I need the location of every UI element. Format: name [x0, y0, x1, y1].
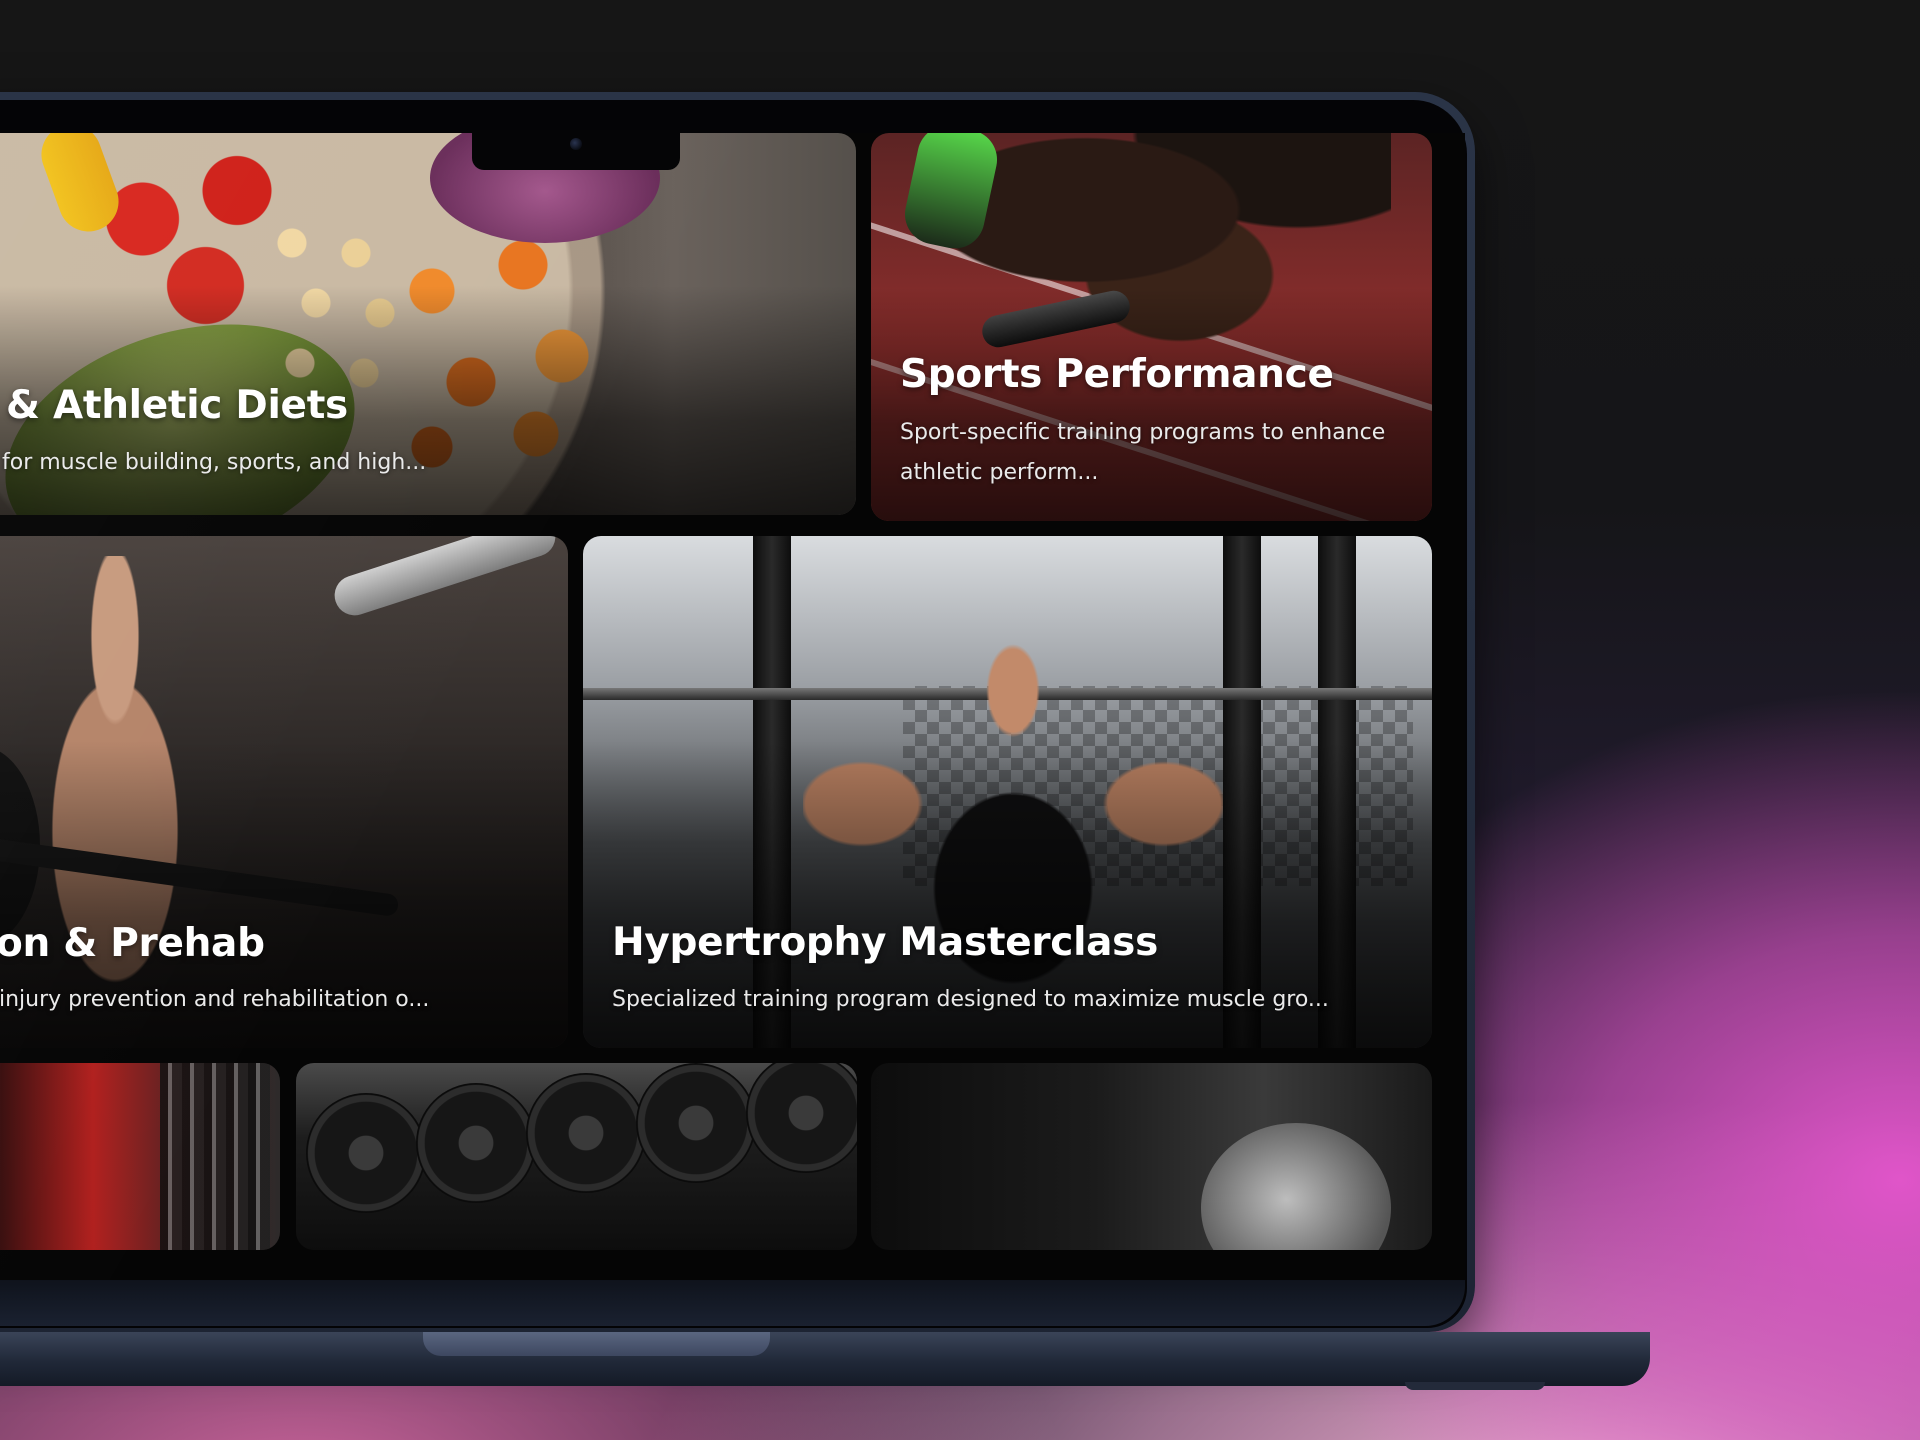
laptop-foot — [1405, 1382, 1545, 1390]
screen-chin — [0, 1280, 1465, 1326]
program-card-title: on & Prehab — [0, 921, 265, 966]
program-card-title: & Athletic Diets — [6, 383, 348, 428]
program-card-description: for muscle building, sports, and high... — [2, 450, 427, 475]
program-card-athletic-diets[interactable]: & Athletic Diets for muscle building, sp… — [0, 133, 856, 515]
program-card-sports-performance[interactable]: Sports Performance Sport-specific traini… — [871, 133, 1432, 521]
laptop-base — [0, 1332, 1650, 1386]
camera-notch — [472, 130, 680, 170]
program-card-athlete[interactable] — [871, 1063, 1432, 1250]
program-card-title: Sports Performance — [900, 352, 1334, 397]
program-card-description: Specialized training program designed to… — [612, 987, 1329, 1012]
program-card-dumbbells[interactable] — [296, 1063, 857, 1250]
program-card-description: injury prevention and rehabilitation o..… — [0, 987, 430, 1012]
program-card-prehab[interactable]: on & Prehab injury prevention and rehabi… — [0, 536, 568, 1048]
program-card-hypertrophy-masterclass[interactable]: Hypertrophy Masterclass Specialized trai… — [583, 536, 1432, 1048]
camera-icon — [570, 138, 582, 150]
program-card-title: Hypertrophy Masterclass — [612, 920, 1159, 965]
laptop-thumb-notch — [423, 1332, 770, 1356]
program-card-gym-rack[interactable] — [0, 1063, 280, 1250]
program-card-description: Sport-specific training programs to enha… — [900, 420, 1386, 485]
